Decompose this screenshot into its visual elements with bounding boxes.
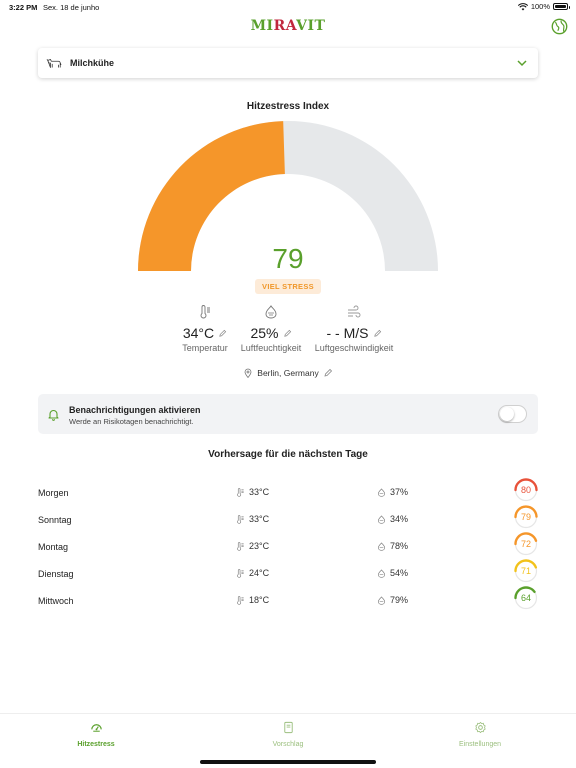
edit-icon[interactable] — [323, 368, 333, 378]
status-date: Sex. 18 de junho — [43, 3, 100, 12]
thermometer-icon — [237, 541, 244, 551]
battery-icon — [553, 3, 570, 10]
forecast-row: Sonntag 33°C 34% 79 — [38, 505, 538, 535]
wind-speed-metric: - - M/S Luftgeschwindigkeit — [299, 305, 409, 353]
tab-label: Hitzestress — [77, 741, 115, 748]
stress-level-badge: VIEL STRESS — [255, 279, 321, 294]
tab-label: Einstellungen — [458, 741, 502, 748]
forecast-score-indicator: 64 — [514, 586, 538, 610]
gauge-icon — [90, 724, 102, 732]
forecast-day: Sonntag — [38, 515, 72, 525]
app-header: MIRAVIT — [0, 14, 576, 44]
wind-speed-value: - - M/S — [326, 325, 369, 341]
forecast-score: 79 — [520, 512, 531, 522]
status-indicators: 100% — [517, 2, 570, 11]
home-indicator — [200, 760, 376, 764]
edit-icon[interactable] — [373, 329, 382, 338]
wind-icon — [348, 305, 361, 318]
forecast-temperature: 24°C — [236, 568, 269, 578]
forecast-temperature: 33°C — [236, 514, 269, 524]
forecast-score-indicator: 80 — [514, 478, 538, 502]
thermometer-icon — [237, 514, 244, 524]
forecast-row: Dienstag 24°C 54% 71 — [38, 559, 538, 589]
forecast-humidity: 37% — [377, 487, 408, 497]
tab-label: Vorschlag — [272, 741, 304, 748]
edit-icon[interactable] — [283, 329, 292, 338]
wind-speed-label: Luftgeschwindigkeit — [314, 343, 394, 353]
notification-subtitle: Werde an Risikotagen benachrichtigt. — [69, 417, 194, 426]
forecast-temperature: 18°C — [236, 595, 269, 605]
forecast-day: Mittwoch — [38, 596, 74, 606]
forecast-humidity: 78% — [377, 541, 408, 551]
humidity-icon — [378, 514, 385, 524]
animal-type-dropdown[interactable]: Milchkühe — [38, 48, 538, 78]
status-time: 3:22 PM — [9, 3, 38, 12]
forecast-temperature: 33°C — [236, 487, 269, 497]
forecast-humidity: 79% — [377, 595, 408, 605]
forecast-score: 64 — [520, 593, 531, 603]
forecast-score: 71 — [520, 566, 531, 576]
forecast-humidity: 34% — [377, 514, 408, 524]
temperature-value: 34°C — [182, 325, 215, 341]
animal-type-value: Milchkühe — [70, 58, 115, 68]
thermometer-icon — [237, 487, 244, 497]
forecast-title: Vorhersage für die nächsten Tage — [208, 449, 368, 460]
forecast-temperature: 23°C — [236, 541, 269, 551]
humidity-icon — [378, 541, 385, 551]
humidity-value: 25% — [250, 325, 279, 341]
location-row[interactable]: Berlin, Germany — [0, 368, 576, 378]
battery-percent: 100% — [530, 2, 550, 11]
forecast-score-indicator: 79 — [514, 505, 538, 529]
bell-icon — [48, 409, 59, 421]
forecast-day: Montag — [38, 542, 69, 552]
globe-icon[interactable] — [551, 18, 568, 35]
cow-icon — [46, 59, 62, 68]
forecast-score-indicator: 71 — [514, 559, 538, 583]
book-icon — [283, 721, 293, 734]
wifi-icon — [517, 2, 528, 10]
humidity-icon — [378, 487, 385, 497]
toggle-knob — [500, 407, 514, 421]
forecast-score-indicator: 72 — [514, 532, 538, 556]
tab-vorschlag[interactable]: Vorschlag — [223, 721, 353, 748]
humidity-icon — [265, 305, 277, 319]
forecast-day: Morgen — [38, 488, 69, 498]
notification-toggle[interactable] — [498, 405, 527, 423]
gear-icon — [474, 721, 486, 734]
forecast-day: Dienstag — [38, 569, 74, 579]
thermometer-icon — [200, 305, 210, 319]
location-text: Berlin, Germany — [257, 368, 319, 378]
thermometer-icon — [237, 595, 244, 605]
gauge-value: 79 — [272, 243, 304, 274]
chevron-down-icon — [517, 60, 527, 67]
forecast-humidity: 54% — [377, 568, 408, 578]
map-pin-icon — [244, 368, 252, 378]
forecast-score: 72 — [520, 539, 531, 549]
notification-title: Benachrichtigungen aktivieren — [69, 405, 201, 415]
humidity-icon — [378, 595, 385, 605]
forecast-score: 80 — [520, 485, 531, 495]
tab-hitzestress[interactable]: Hitzestress — [31, 721, 161, 748]
app-logo: MIRAVIT — [250, 18, 326, 34]
tab-einstellungen[interactable]: Einstellungen — [415, 721, 545, 748]
forecast-row: Montag 23°C 78% 72 — [38, 532, 538, 562]
forecast-row: Morgen 33°C 37% 80 — [38, 478, 538, 508]
thermometer-icon — [237, 568, 244, 578]
gauge-title: Hitzestress Index — [246, 101, 330, 112]
status-bar: 3:22 PM Sex. 18 de junho 100% — [0, 0, 576, 14]
humidity-icon — [378, 568, 385, 578]
forecast-row: Mittwoch 18°C 79% 64 — [38, 586, 538, 616]
notification-card: Benachrichtigungen aktivieren Werde an R… — [38, 394, 538, 434]
